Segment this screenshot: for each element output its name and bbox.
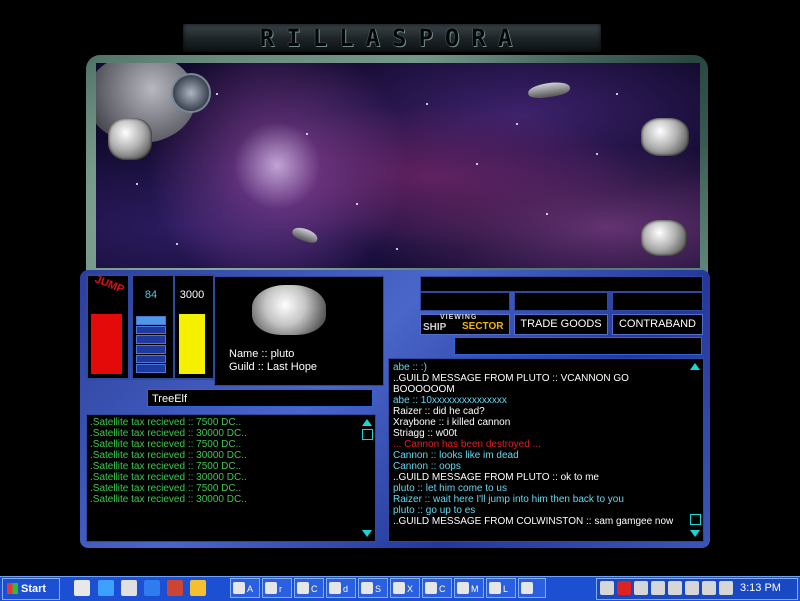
taskbar-app-button[interactable]: L [486,578,516,598]
ati-icon[interactable] [617,581,631,595]
taskbar-app-button[interactable]: X [390,578,420,598]
contraband-button[interactable]: CONTRABAND [612,314,703,335]
ship-icon[interactable] [290,224,320,246]
chat-line: ... Cannon has been destroyed ... [393,439,541,450]
scroll-thumb [362,429,373,440]
taskbar-app-button[interactable]: S [358,578,388,598]
chat-line: Xraybone :: i killed cannon [393,417,511,428]
selected-player-field[interactable]: TreeElf [147,389,373,407]
taskbar-app-button[interactable] [518,578,546,598]
log-line: .Satellite tax recieved :: 7500 DC.. [90,417,242,428]
quicklaunch-icon[interactable] [74,580,90,596]
player-name: Name :: pluto [229,348,295,360]
app-icon [233,582,245,594]
volume-icon[interactable] [600,581,614,595]
log-line: .Satellite tax recieved :: 7500 DC.. [90,439,242,450]
chat-log[interactable]: abe :: :) ..GUILD MESSAGE FROM PLUTO :: V… [388,358,704,542]
log-line: .Satellite tax recieved :: 30000 DC.. [90,494,247,505]
jump-bar [91,314,122,374]
app-icon [265,582,277,594]
chat-line: ..GUILD MESSAGE FROM PLUTO :: ok to me [393,472,599,483]
satellite-icon[interactable] [171,73,211,113]
credits-bar [179,314,205,374]
credits-value: 3000 [179,289,205,301]
ship-icon[interactable] [527,80,571,100]
quicklaunch-icon[interactable] [121,580,137,596]
chat-line: Striagg :: w00t [393,428,457,439]
app-icon [329,582,341,594]
tray-icon[interactable] [685,581,699,595]
scroll-thumb [690,514,701,525]
app-icon [489,582,501,594]
chat-line: Cannon :: looks like im dead [393,450,519,461]
chat-line: abe :: :) [393,362,427,373]
chat-line: ..GUILD MESSAGE FROM PLUTO :: VCANNON GO [393,373,629,384]
scrollbar[interactable] [361,417,373,539]
scroll-down-icon [362,530,372,537]
taskbar-app-button[interactable]: M [454,578,484,598]
tray-icon[interactable] [651,581,665,595]
app-icon [425,582,437,594]
app-icon [393,582,405,594]
scrollbar[interactable] [689,361,701,539]
chat-line: Raizer :: wait here I'll jump into him t… [393,494,624,505]
chat-line: BOOOOOOM [393,384,455,395]
game-title-logo: RILLASPORA [183,24,601,52]
app-icon [521,582,533,594]
browser-icon[interactable] [98,580,114,596]
scroll-up-icon [690,363,700,370]
windows-flag-icon [7,583,18,594]
station-icon[interactable] [641,220,687,256]
fuel-value: 84 [144,289,158,301]
chat-line: Cannon :: oops [393,461,461,472]
info-slot [612,292,703,311]
viewing-label: VIEWING [440,314,478,321]
space-viewport[interactable] [96,63,700,268]
info-slot [420,292,510,311]
tray-icon[interactable] [719,581,733,595]
system-log[interactable]: .Satellite tax recieved :: 7500 DC.. .Sat… [86,414,376,542]
chat-line: ..GUILD MESSAGE FROM COLWINSTON :: sam g… [393,516,674,527]
quicklaunch-icon[interactable] [144,580,160,596]
log-line: .Satellite tax recieved :: 30000 DC.. [90,428,247,439]
tray-icon[interactable] [668,581,682,595]
fuel-cells [136,316,166,374]
quicklaunch-icon[interactable] [190,580,206,596]
player-ship-icon [252,285,326,335]
clock: 3:13 PM [740,582,781,594]
station-icon[interactable] [641,118,689,156]
taskbar-app-button[interactable]: C [422,578,452,598]
app-icon [297,582,309,594]
taskbar-app-button[interactable]: C [294,578,324,598]
log-line: .Satellite tax recieved :: 7500 DC.. [90,483,242,494]
chat-line: pluto :: go up to es [393,505,476,516]
start-button[interactable]: Start [2,578,60,600]
log-line: .Satellite tax recieved :: 7500 DC.. [90,461,242,472]
station-icon[interactable] [108,118,152,160]
chat-input[interactable] [454,337,702,355]
chat-line: pluto :: let him come to us [393,483,507,494]
scroll-up-icon [362,419,372,426]
view-sector-option[interactable]: SECTOR [462,321,504,332]
log-line: .Satellite tax recieved :: 30000 DC.. [90,450,247,461]
quicklaunch-icon[interactable] [167,580,183,596]
chat-line: abe :: 10xxxxxxxxxxxxxxx [393,395,507,406]
app-icon [457,582,469,594]
info-bar [420,276,703,292]
taskbar-app-button[interactable]: A [230,578,260,598]
tray-icon[interactable] [702,581,716,595]
tray-icon[interactable] [634,581,648,595]
scroll-down-icon [690,530,700,537]
taskbar-app-button[interactable]: d [326,578,356,598]
taskbar-app-button[interactable]: r [262,578,292,598]
app-icon [361,582,373,594]
player-guild: Guild :: Last Hope [229,361,318,373]
chat-line: Raizer :: did he cad? [393,406,485,417]
info-slot [514,292,608,311]
view-ship-option[interactable]: SHIP [423,322,446,333]
trade-goods-button[interactable]: TRADE GOODS [514,314,608,335]
log-line: .Satellite tax recieved :: 30000 DC.. [90,472,247,483]
